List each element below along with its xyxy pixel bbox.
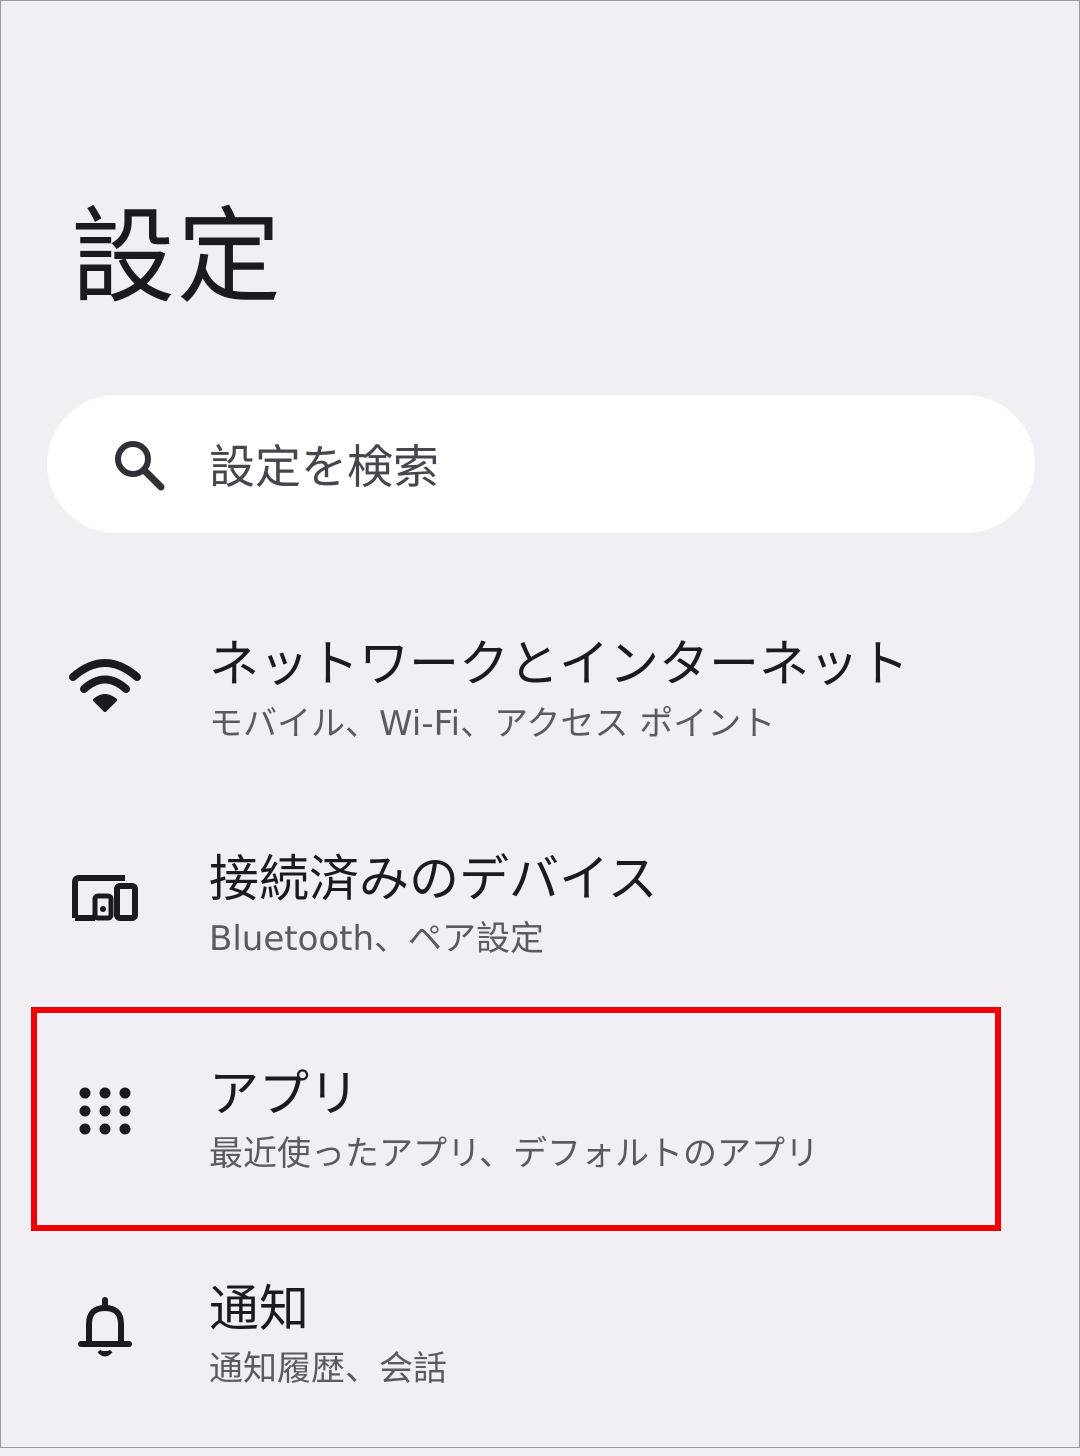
apps-grid-icon <box>79 1087 131 1135</box>
settings-item-title: アプリ <box>209 1065 359 1123</box>
settings-item-notifications[interactable]: 通知 通知履歴、会話 <box>1 1246 1080 1456</box>
wifi-icon <box>69 659 141 712</box>
settings-item-subtitle: 最近使ったアプリ、デフォルトのアプリ <box>209 1134 819 1174</box>
search-placeholder: 設定を検索 <box>209 440 439 494</box>
settings-item-subtitle: モバイル、Wi-Fi、アクセス ポイント <box>209 704 776 744</box>
settings-item-subtitle: Bluetooth、ペア設定 <box>209 919 545 959</box>
settings-item-title: 通知 <box>209 1280 309 1338</box>
search-bar[interactable] <box>47 395 1035 533</box>
settings-item-subtitle: 通知履歴、会話 <box>209 1349 447 1389</box>
settings-item-title: ネットワークとインターネット <box>209 635 909 693</box>
settings-item-title: 接続済みのデバイス <box>209 850 658 908</box>
connected-devices-icon <box>72 875 138 921</box>
settings-item-network[interactable]: ネットワークとインターネット モバイル、Wi-Fi、アクセス ポイント <box>1 601 1080 811</box>
page-title: 設定 <box>71 196 284 318</box>
settings-item-apps[interactable]: アプリ 最近使ったアプリ、デフォルトのアプリ <box>1 1031 1080 1241</box>
bell-icon <box>78 1297 132 1357</box>
search-icon <box>115 441 165 491</box>
settings-item-connected-devices[interactable]: 接続済みのデバイス Bluetooth、ペア設定 <box>1 816 1080 1026</box>
